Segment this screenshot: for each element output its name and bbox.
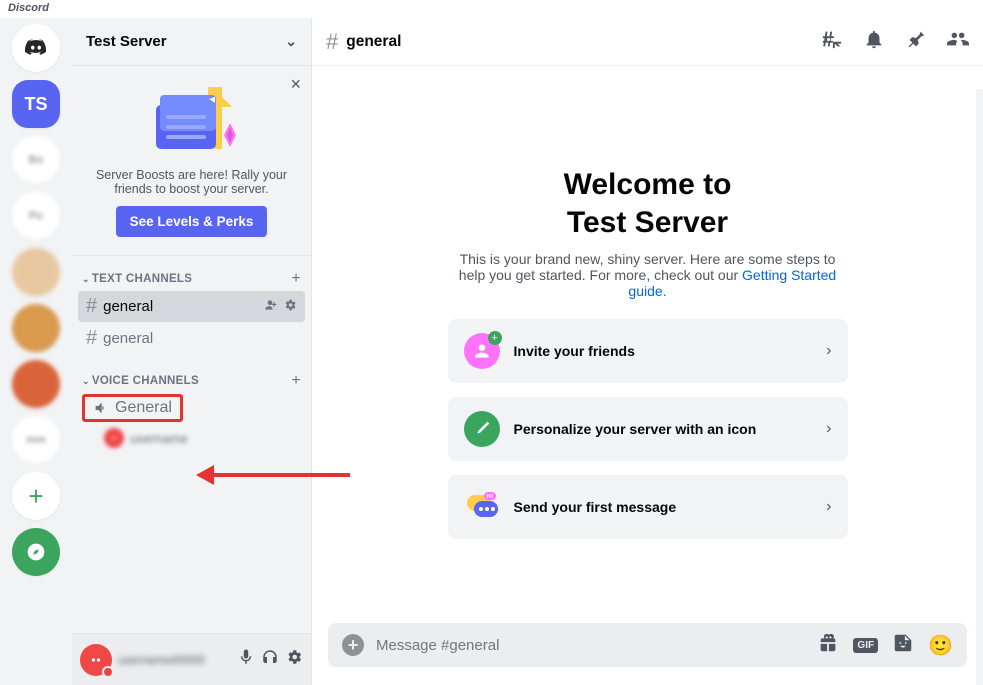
dnd-status-icon xyxy=(102,666,114,678)
notifications-icon[interactable] xyxy=(863,28,885,55)
server-avatar[interactable]: Bo xyxy=(12,136,60,184)
text-channel-icon: # xyxy=(86,327,97,350)
attach-button[interactable]: + xyxy=(342,634,364,656)
chevron-down-icon: ⌄ xyxy=(82,376,90,387)
channel-name: general xyxy=(103,298,153,315)
member-list-icon[interactable] xyxy=(947,28,969,55)
server-avatar[interactable]: Po xyxy=(12,192,60,240)
server-name-header[interactable]: Test Server ⌄ xyxy=(72,18,311,66)
boost-illustration xyxy=(84,76,299,162)
message-input-bar: + Message #general GIF 🙂 xyxy=(328,623,967,667)
boost-promo-text: Server Boosts are here! Rally your frien… xyxy=(84,168,299,196)
text-channels-category[interactable]: ⌄ TEXT CHANNELS + xyxy=(78,262,305,290)
explore-servers-button[interactable] xyxy=(12,528,60,576)
sticker-picker-button[interactable] xyxy=(892,632,914,659)
paint-icon xyxy=(471,418,493,440)
discord-logo-icon xyxy=(108,432,120,444)
server-avatar[interactable] xyxy=(12,360,60,408)
chevron-right-icon: › xyxy=(826,342,831,360)
server-avatar[interactable] xyxy=(12,248,60,296)
create-channel-button[interactable]: + xyxy=(291,372,301,390)
user-settings-button[interactable] xyxy=(285,648,303,671)
server-avatar[interactable] xyxy=(12,304,60,352)
plus-icon: + xyxy=(488,331,502,345)
emoji-picker-button[interactable]: 🙂 xyxy=(928,633,953,658)
text-channel-general[interactable]: # general xyxy=(78,323,305,354)
close-icon[interactable]: × xyxy=(290,74,301,95)
channel-name: General xyxy=(115,399,172,417)
chevron-down-icon: ⌄ xyxy=(285,33,297,50)
user-panel: username#0000 xyxy=(72,633,311,685)
svg-text:Hi!: Hi! xyxy=(486,494,493,500)
username-label: username#0000 xyxy=(118,653,231,667)
channel-settings-icon[interactable] xyxy=(283,298,297,315)
boost-promo: × Server Boosts are here! Rally your fri… xyxy=(72,66,311,256)
server-name: Test Server xyxy=(86,33,167,50)
invite-friends-card[interactable]: + Invite your friends › xyxy=(448,319,848,383)
voice-channels-category[interactable]: ⌄ VOICE CHANNELS + xyxy=(78,364,305,392)
discord-logo-icon xyxy=(23,35,49,61)
main-content: # general Welcome to Test Server This is… xyxy=(312,18,983,685)
voice-channel-general[interactable]: General xyxy=(82,394,183,422)
speaker-icon xyxy=(93,400,109,416)
card-label: Invite your friends xyxy=(514,343,635,359)
create-channel-button[interactable]: + xyxy=(291,270,301,288)
scrollbar-track[interactable] xyxy=(976,89,983,685)
pinned-messages-icon[interactable] xyxy=(905,28,927,55)
chevron-down-icon: ⌄ xyxy=(82,274,90,285)
text-channel-icon: # xyxy=(86,295,97,318)
channel-header: # general xyxy=(312,18,983,66)
home-button[interactable] xyxy=(12,24,60,72)
channel-name: general xyxy=(103,330,153,347)
category-label: VOICE CHANNELS xyxy=(92,375,199,387)
server-rail: TS Bo Po mm + xyxy=(0,18,72,685)
gif-picker-button[interactable]: GIF xyxy=(853,638,878,653)
chevron-right-icon: › xyxy=(826,420,831,438)
message-input[interactable]: Message #general xyxy=(376,637,805,654)
text-channel-icon: # xyxy=(326,29,338,55)
add-server-button[interactable]: + xyxy=(12,472,60,520)
invite-icon xyxy=(472,341,492,361)
chevron-right-icon: › xyxy=(826,498,831,516)
card-label: Send your first message xyxy=(514,499,677,515)
compass-icon xyxy=(26,542,46,562)
create-invite-icon[interactable] xyxy=(263,298,277,315)
deafen-button[interactable] xyxy=(261,648,279,671)
welcome-subtitle: This is your brand new, shiny server. He… xyxy=(448,251,848,299)
card-label: Personalize your server with an icon xyxy=(514,421,757,437)
voice-user[interactable]: username xyxy=(104,428,305,448)
server-test-server[interactable]: TS xyxy=(12,80,60,128)
gift-icon[interactable] xyxy=(817,632,839,659)
chat-icon: Hi! xyxy=(464,489,500,525)
threads-icon[interactable] xyxy=(821,28,843,55)
channel-title: general xyxy=(346,33,401,51)
user-avatar[interactable] xyxy=(80,644,112,676)
channel-sidebar: Test Server ⌄ × Server Boosts are here! … xyxy=(72,18,312,685)
server-avatar[interactable]: mm xyxy=(12,416,60,464)
text-channel-general[interactable]: # general xyxy=(78,291,305,322)
discord-wordmark: Discord xyxy=(0,0,983,18)
category-label: TEXT CHANNELS xyxy=(92,273,192,285)
send-first-message-card[interactable]: Hi! Send your first message › xyxy=(448,475,848,539)
mute-button[interactable] xyxy=(237,648,255,671)
voice-user-name: username xyxy=(130,431,188,446)
personalize-server-card[interactable]: Personalize your server with an icon › xyxy=(448,397,848,461)
see-levels-perks-button[interactable]: See Levels & Perks xyxy=(116,206,268,237)
welcome-title: Welcome to Test Server xyxy=(564,166,732,241)
